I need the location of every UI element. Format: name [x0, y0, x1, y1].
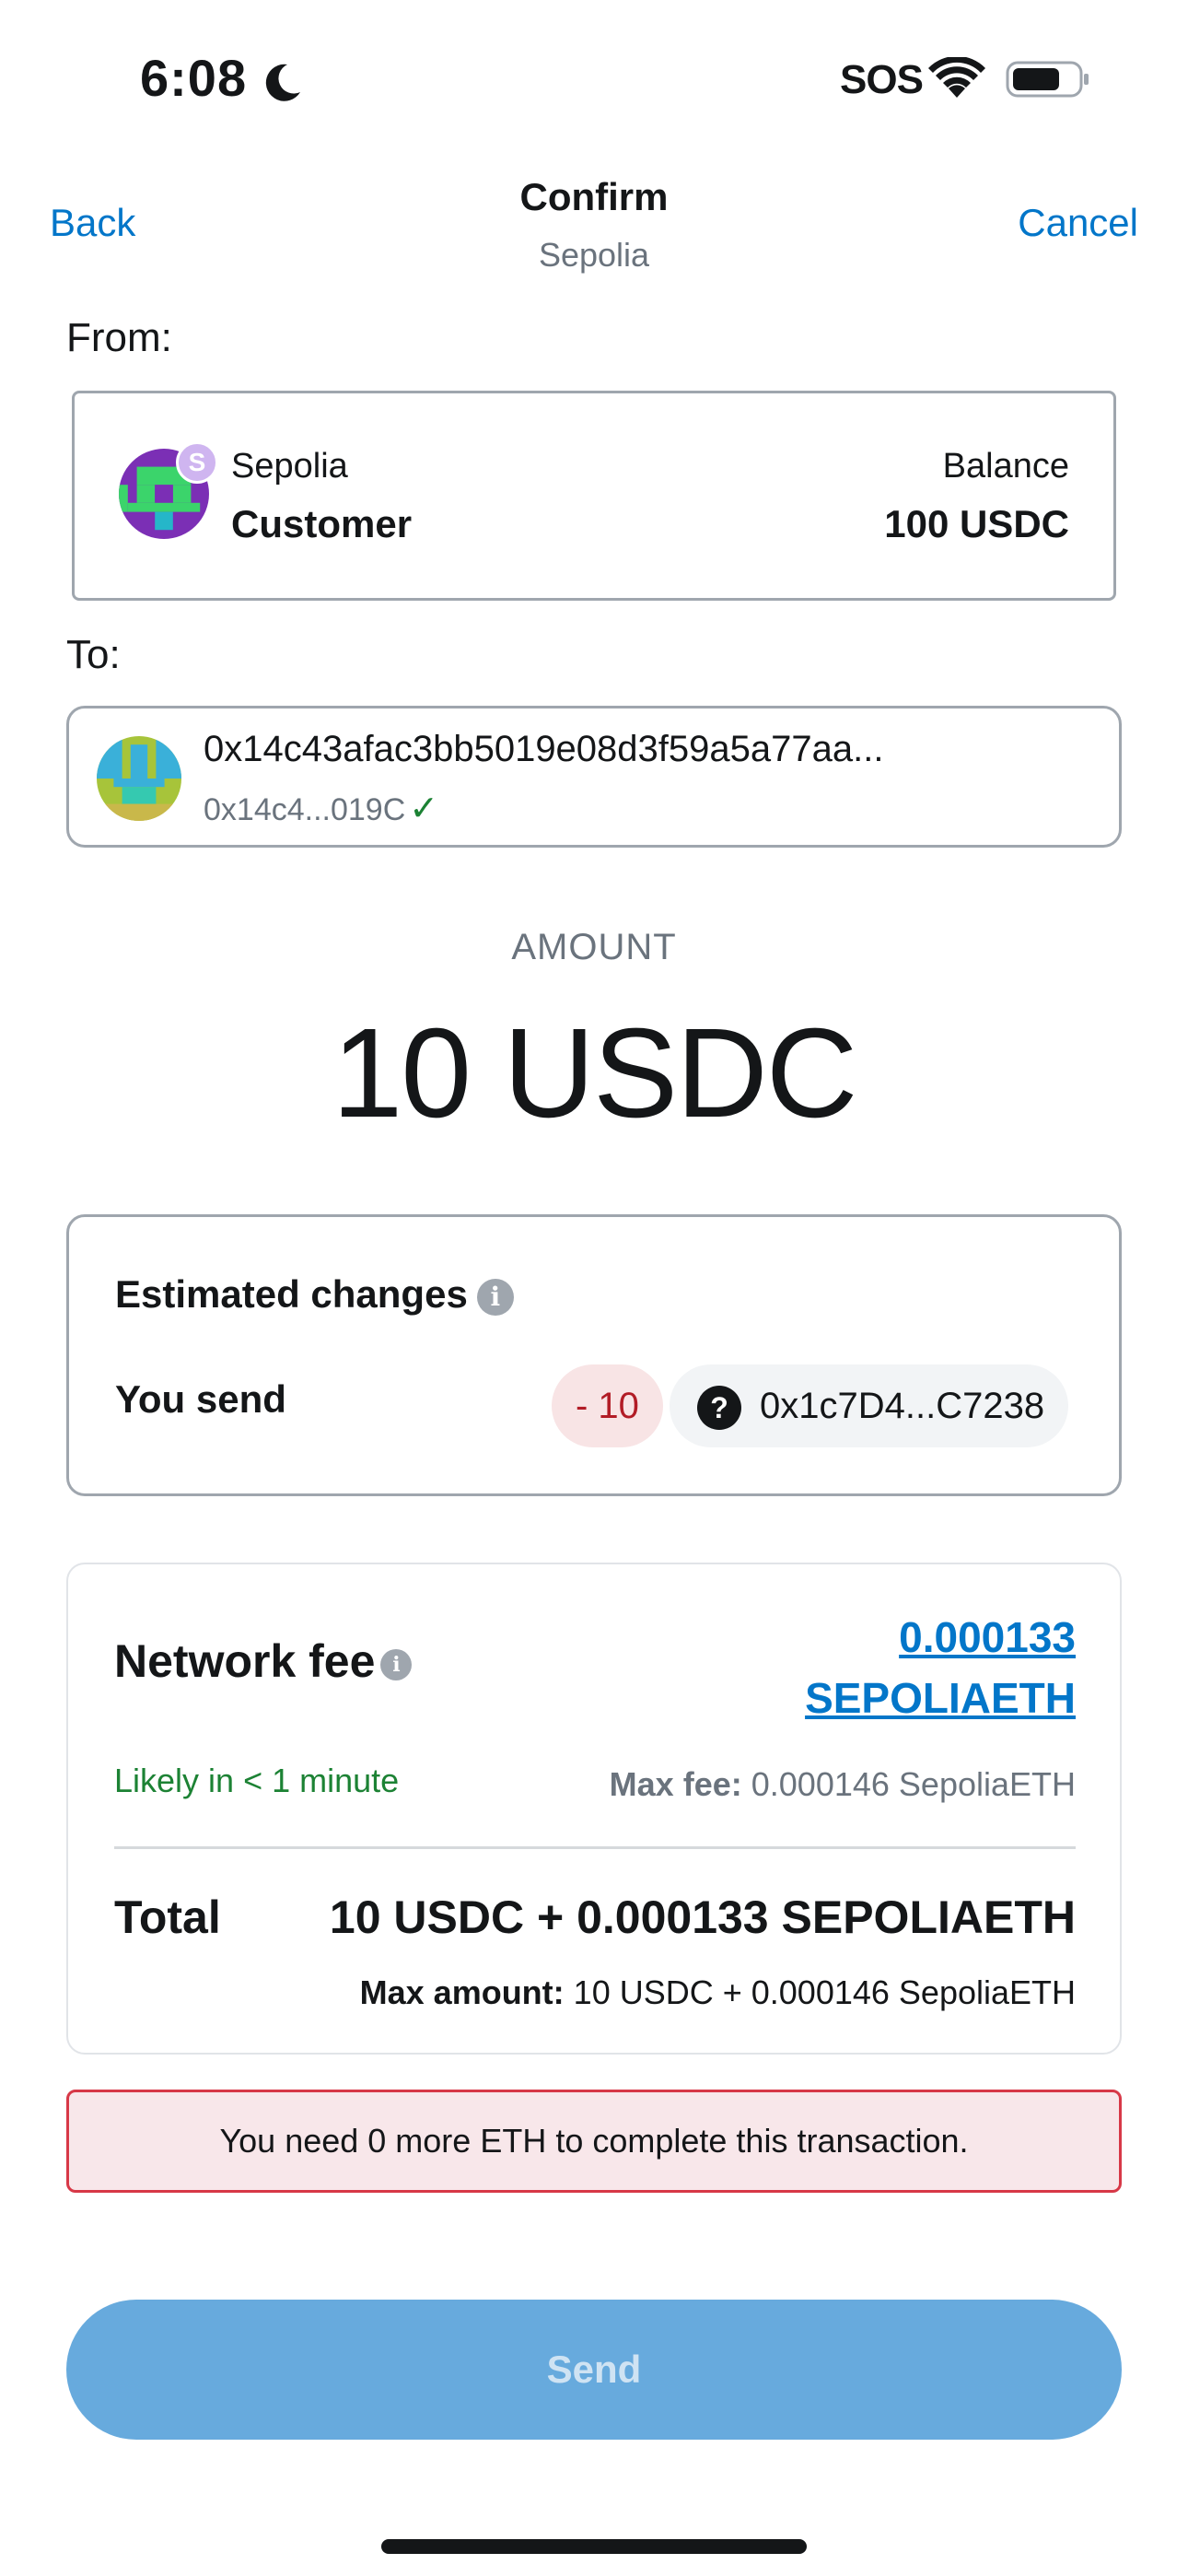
total-label: Total [114, 1891, 221, 1943]
question-icon: ? [697, 1386, 741, 1431]
battery-icon [1006, 61, 1089, 98]
network-fee-link[interactable]: 0.000133 SEPOLIAETH [805, 1607, 1076, 1728]
home-indicator[interactable] [381, 2539, 807, 2554]
check-icon: ✓ [409, 790, 439, 828]
estimated-changes-card: Estimated changes i You send - 10 ? 0x1c7D… [66, 1214, 1122, 1496]
status-time: 6:08 [140, 49, 248, 107]
moon-icon [265, 64, 300, 101]
sos-indicator: SOS [840, 57, 924, 102]
recipient-short-address: 0x14c4...019C ✓ [204, 790, 439, 828]
from-network-name: Sepolia [231, 447, 348, 486]
max-amount: Max amount: 10 USDC + 0.000146 SepoliaET… [359, 1973, 1076, 2011]
info-icon[interactable]: i [380, 1648, 413, 1680]
max-fee: Max fee: 0.000146 SepoliaETH [609, 1765, 1076, 1803]
network-subtitle: Sepolia [538, 236, 650, 274]
recipient-address: 0x14c43afac3bb5019e08d3f59a5a77aa... [204, 729, 884, 769]
from-label: From: [66, 315, 172, 360]
fee-eta: Likely in < 1 minute [114, 1762, 400, 1799]
divider [114, 1846, 1076, 1849]
amount-label: AMOUNT [511, 927, 677, 967]
network-badge-icon: S [176, 441, 218, 484]
info-icon[interactable]: i [476, 1278, 514, 1316]
to-address-card[interactable]: 0x14c43afac3bb5019e08d3f59a5a77aa... 0x1… [66, 706, 1122, 848]
token-address-pill[interactable]: ? 0x1c7D4...C7238 [670, 1364, 1069, 1447]
send-delta-badge: - 10 [552, 1364, 663, 1447]
wifi-icon [928, 57, 985, 98]
network-fee-title: Network fee i [114, 1634, 413, 1688]
from-account-name: Customer [231, 502, 413, 545]
amount-value: 10 USDC [332, 1002, 858, 1144]
you-send-label: You send [115, 1377, 286, 1421]
status-bar: 6:08 SOS [0, 0, 1188, 147]
cancel-button[interactable]: Cancel [1018, 201, 1138, 245]
total-value: 10 USDC + 0.000133 SEPOLIAETH [329, 1891, 1076, 1943]
balance-value: 100 USDC [884, 502, 1069, 545]
network-fee-card: Network fee i 0.000133 SEPOLIAETH Likely … [66, 1563, 1122, 2055]
balance-label: Balance [942, 447, 1069, 486]
insufficient-funds-error: You need 0 more ETH to complete this tra… [66, 2090, 1122, 2193]
estimated-changes-title: Estimated changes i [115, 1272, 514, 1317]
page-title: Confirm [519, 175, 669, 218]
from-account-card[interactable]: S Sepolia Customer Balance 100 USDC [72, 391, 1116, 601]
token-address: 0x1c7D4...C7238 [760, 1386, 1045, 1426]
send-button[interactable]: Send [66, 2300, 1122, 2440]
to-label: To: [66, 632, 121, 677]
recipient-avatar [97, 736, 181, 821]
